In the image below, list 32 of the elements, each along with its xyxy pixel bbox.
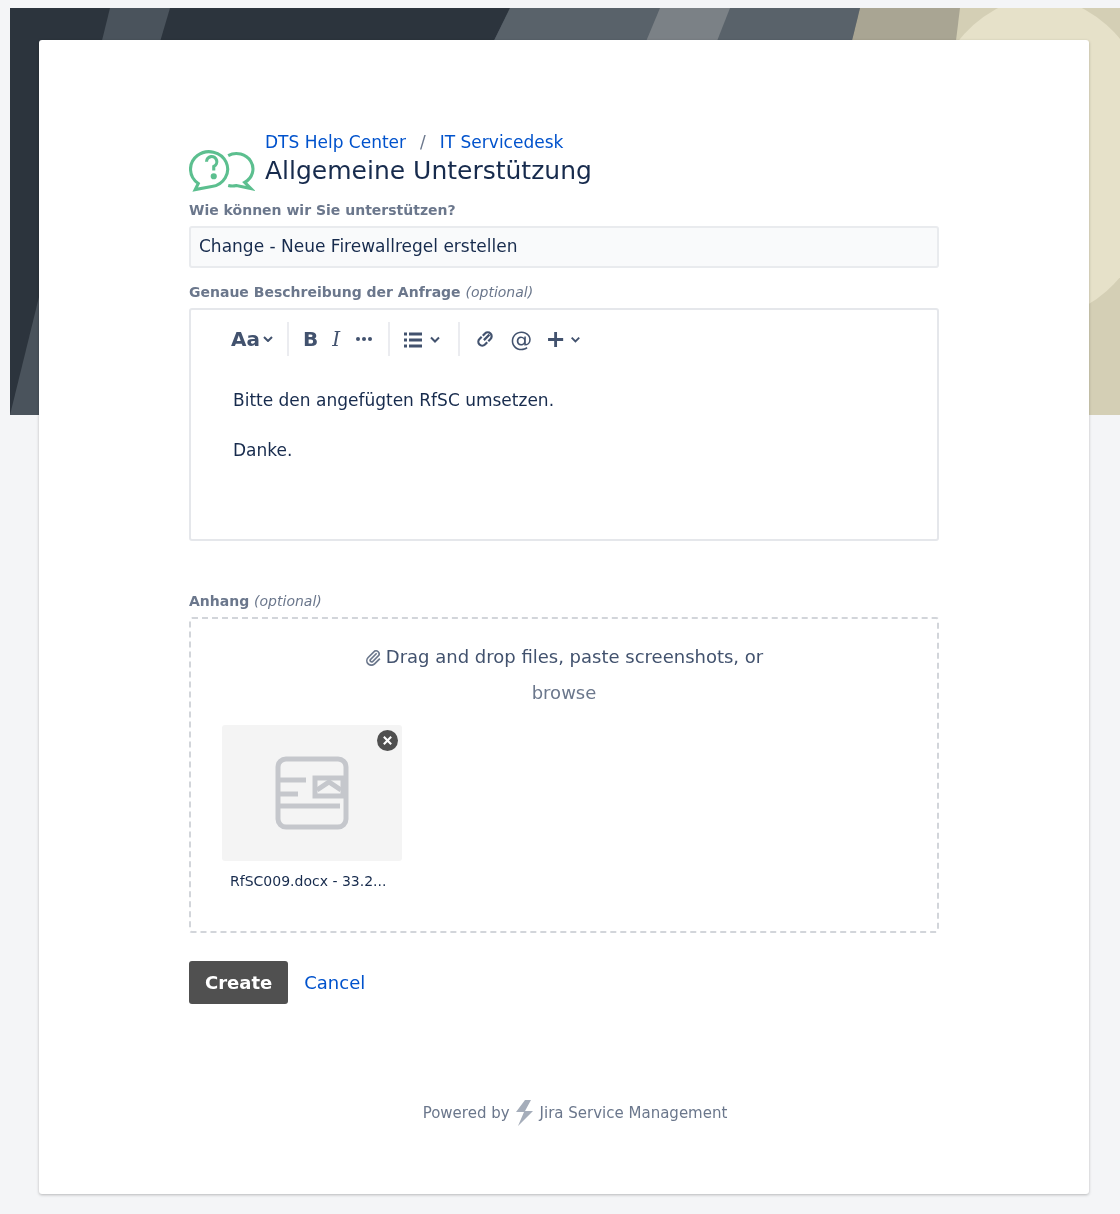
product-name: Jira Service Management xyxy=(539,1104,728,1122)
page-title: Allgemeine Unterstützung xyxy=(265,156,592,185)
breadcrumb-separator: / xyxy=(420,132,426,152)
description-paragraph: Danke. xyxy=(233,440,294,460)
caret-icon xyxy=(263,336,273,342)
description-paragraph: Bitte den angefügten RfSC umsetzen. xyxy=(233,390,556,410)
field-label: Genaue Beschreibung der Anfrage xyxy=(189,284,461,300)
breadcrumb-link[interactable]: IT Servicedesk xyxy=(439,132,564,152)
drop-zone[interactable]: Drag and drop files, paste screenshots, or browse RfSC009.docx - 33.2... xyxy=(189,617,939,933)
optional-hint: (optional) xyxy=(254,593,322,609)
field-label: Anhang xyxy=(189,593,250,609)
breadcrumb-link[interactable]: DTS Help Center xyxy=(265,132,407,152)
cancel-link[interactable]: Cancel xyxy=(304,972,366,993)
file-thumbnail[interactable] xyxy=(222,725,402,861)
powered-by-text: Powered by xyxy=(422,1104,510,1122)
paperclip-icon xyxy=(364,648,382,666)
summary-field[interactable]: Change - Neue Firewallregel erstellen xyxy=(189,226,939,268)
browse-link[interactable]: browse xyxy=(191,675,937,711)
document-icon xyxy=(275,756,349,830)
mention-button[interactable]: @ xyxy=(510,326,533,352)
bolt-icon xyxy=(514,1100,535,1126)
remove-icon[interactable] xyxy=(377,730,398,751)
bold-button[interactable]: B xyxy=(303,327,319,351)
file-name: RfSC009.docx - 33.2... xyxy=(229,873,388,889)
text-style-button[interactable]: Aa xyxy=(231,327,273,351)
drop-instruction: Drag and drop files, paste screenshots, or xyxy=(385,645,764,669)
optional-hint: (optional) xyxy=(465,284,534,300)
field-label: Wie können wir Sie unterstützen? xyxy=(189,202,457,218)
description-editor[interactable]: Aa B I @ Bitte den angefügten RfSC umsetzen. Danke. xyxy=(189,308,939,541)
create-button[interactable]: Create xyxy=(189,961,289,1004)
italic-button[interactable]: I xyxy=(332,327,341,351)
more-icon[interactable] xyxy=(354,336,375,342)
